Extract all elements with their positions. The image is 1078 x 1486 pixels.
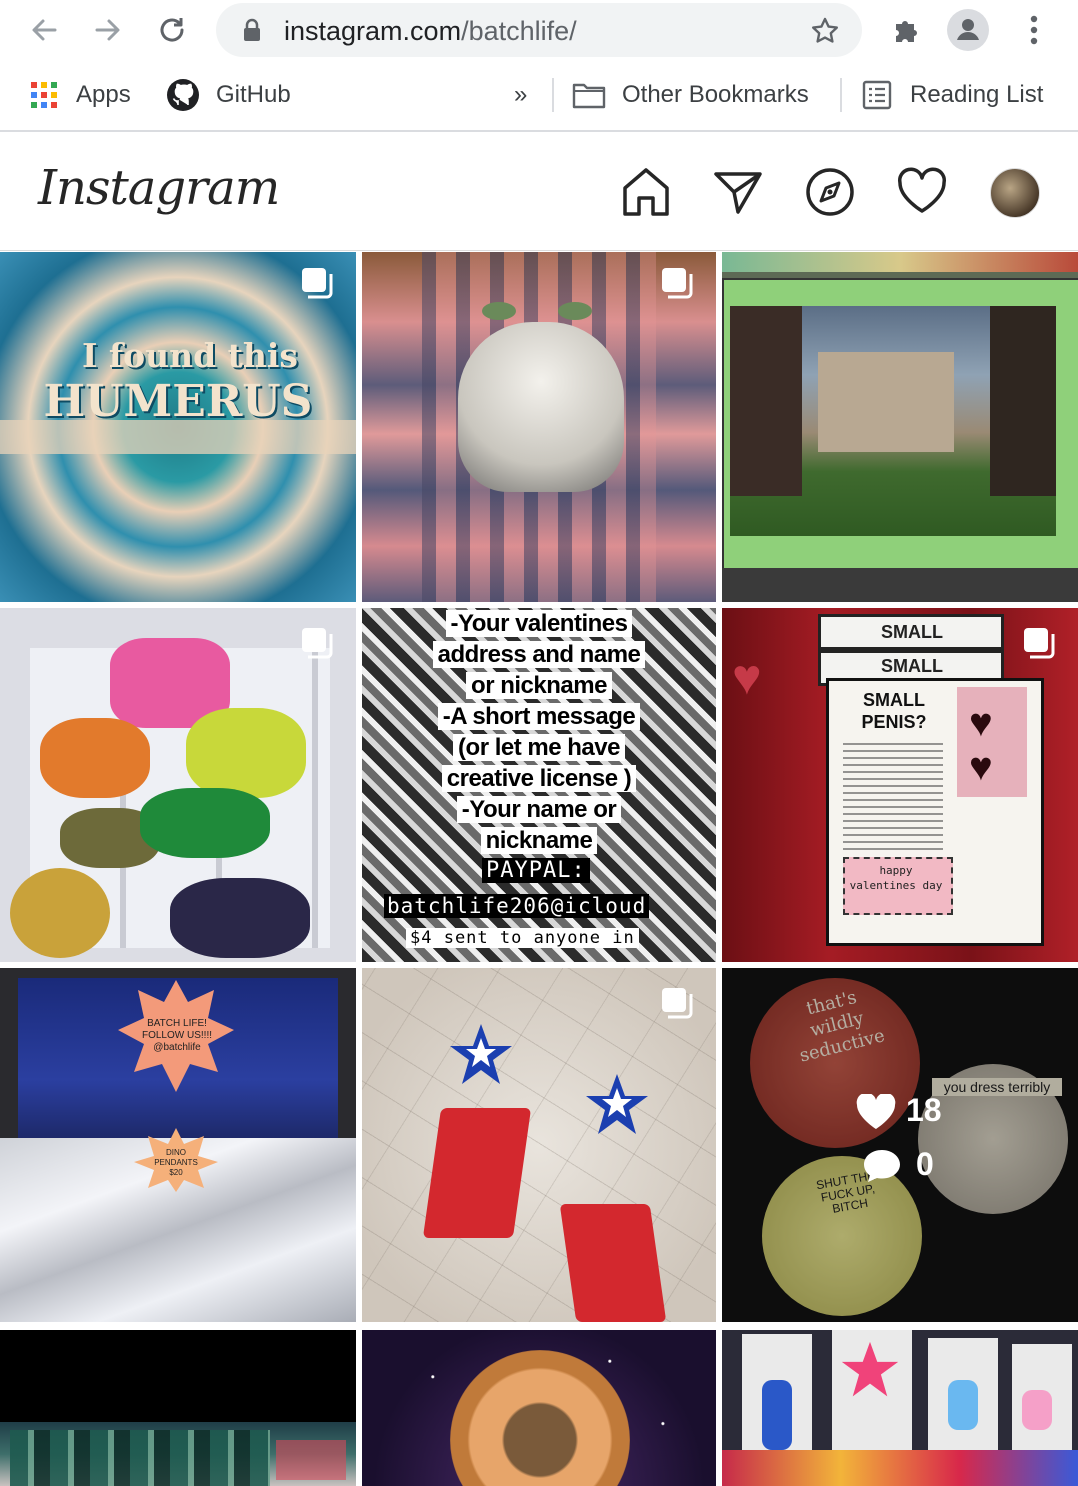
bookmark-github-label: GitHub (216, 81, 291, 108)
card-title-1: SMALL (881, 622, 943, 642)
bookmark-star-icon[interactable] (810, 16, 840, 46)
post-caption-line2: HUMERUS (43, 376, 313, 427)
browser-chrome: instagram.com/batchlife/ Apps GitHub » O… (0, 0, 1078, 132)
card-main-text: SMALL PENIS? (861, 690, 927, 732)
back-arrow-icon (32, 19, 57, 41)
instruction-line-text: address and name (432, 641, 646, 668)
carousel-icon (302, 628, 333, 659)
star-earring (841, 1341, 899, 1397)
instruction-line: or nickname (428, 670, 650, 701)
direct-message-icon[interactable] (712, 166, 764, 218)
lock-icon (244, 18, 260, 41)
puzzle-icon (896, 21, 917, 42)
sign-text-2: DINO PENDANTS $20 (154, 1148, 198, 1177)
bookmark-apps-label: Apps (76, 81, 131, 108)
instruction-line-text: nickname (480, 827, 598, 854)
instagram-logo[interactable]: Instagram (38, 160, 280, 216)
url-path: /batchlife/ (461, 16, 577, 46)
bookmark-other-bookmarks[interactable]: Other Bookmarks (572, 75, 809, 115)
instruction-line: -Your name or (428, 794, 650, 825)
explore-compass-icon[interactable] (804, 166, 856, 218)
instruction-line: address and name (428, 639, 650, 670)
cat-illustration (458, 322, 624, 492)
post-caption-line1: I found this (81, 336, 299, 375)
profile-avatar[interactable] (990, 168, 1040, 218)
bookmark-separator (552, 78, 554, 112)
bookmark-separator (840, 78, 842, 112)
bookmark-github[interactable]: GitHub (166, 75, 291, 115)
star-bead (586, 1074, 648, 1134)
instruction-line-text: or nickname (466, 672, 612, 699)
post-tile[interactable] (362, 968, 716, 1322)
carousel-icon (662, 988, 693, 1019)
paypal-label: PAYPAL: (482, 858, 590, 883)
likes-count: 18 (906, 1092, 942, 1128)
bookmark-apps[interactable]: Apps (30, 75, 131, 115)
instruction-line-text: (or let me have (453, 734, 625, 761)
instagram-header: Instagram (0, 132, 1078, 251)
instruction-line: -A short message (428, 701, 650, 732)
instruction-line: -Your valentines (428, 608, 650, 639)
extensions-button[interactable] (884, 8, 928, 52)
bookmark-other-label: Other Bookmarks (622, 81, 809, 108)
instruction-line-text: -Your name or (456, 796, 622, 823)
instruction-line: nickname (428, 825, 650, 856)
bookmark-reading-list-label: Reading List (910, 81, 1044, 108)
instruction-line: creative license ) (428, 763, 650, 794)
post-tile[interactable] (362, 1330, 716, 1486)
instruction-line: (or let me have (428, 732, 650, 763)
activity-heart-icon[interactable] (896, 166, 948, 218)
profile-button[interactable] (946, 8, 990, 52)
post-tile[interactable] (722, 1330, 1078, 1486)
paypal-email: batchlife206@icloud (384, 894, 650, 918)
likes-heart-icon (856, 1094, 896, 1129)
forward-arrow-icon (95, 19, 120, 41)
valentine-card: SMALL PENIS? happy valentines day ♥ ♥ (826, 678, 1044, 946)
address-bar[interactable]: instagram.com/batchlife/ (216, 3, 862, 57)
instruction-line-text: creative license ) (441, 765, 637, 792)
back-button[interactable] (22, 8, 66, 52)
post-tile[interactable]: I found this HUMERUS (0, 252, 356, 602)
card-sub-text: happy valentines day (849, 864, 943, 892)
forward-button[interactable] (86, 8, 130, 52)
home-icon[interactable] (620, 166, 672, 218)
github-icon (167, 79, 199, 111)
apps-grid-icon (31, 82, 57, 108)
valentine-instructions: -Your valentines address and name or nickn… (428, 608, 650, 862)
carousel-icon (302, 268, 333, 299)
account-icon (947, 9, 989, 51)
kebab-menu-icon (1030, 15, 1038, 45)
post-tile[interactable]: -Your valentines address and name or nickn… (362, 608, 716, 962)
post-tile[interactable]: BATCH LIFE! FOLLOW US!!!! @batchlife DIN… (0, 968, 356, 1322)
bookmark-reading-list[interactable]: Reading List (862, 75, 1043, 115)
folder-icon (572, 83, 606, 109)
carousel-icon (662, 268, 693, 299)
post-tile[interactable] (0, 1330, 356, 1486)
star-bead (450, 1024, 512, 1084)
price-line: $4 sent to anyone in (406, 928, 639, 948)
reading-list-icon (862, 80, 892, 110)
post-tile[interactable] (362, 252, 716, 602)
post-tile[interactable] (0, 608, 356, 962)
carousel-icon (1024, 628, 1055, 659)
comments-bubble-icon (864, 1150, 900, 1182)
card-title-2: SMALL (881, 656, 943, 676)
bookmarks-overflow-button[interactable]: » (514, 75, 527, 115)
reload-icon (160, 18, 184, 42)
reload-button[interactable] (150, 8, 194, 52)
instruction-line-text: -A short message (437, 703, 641, 730)
post-tile-hovered[interactable]: that's wildly seductive you dress terrib… (722, 968, 1078, 1322)
url-text: instagram.com/batchlife/ (284, 16, 577, 47)
chrome-menu-button[interactable] (1012, 8, 1056, 52)
sign-text-1: BATCH LIFE! FOLLOW US!!!! @batchlife (141, 1018, 212, 1053)
hover-overlay (722, 968, 1078, 1322)
post-tile[interactable]: SMALL SMALL SMALL PENIS? happy valentine… (722, 608, 1078, 962)
instruction-line-text: -Your valentines (445, 610, 633, 637)
overflow-chevron-icon: » (514, 81, 528, 108)
url-domain: instagram.com (284, 16, 462, 46)
comments-count: 0 (916, 1146, 934, 1182)
post-tile[interactable] (722, 252, 1078, 602)
